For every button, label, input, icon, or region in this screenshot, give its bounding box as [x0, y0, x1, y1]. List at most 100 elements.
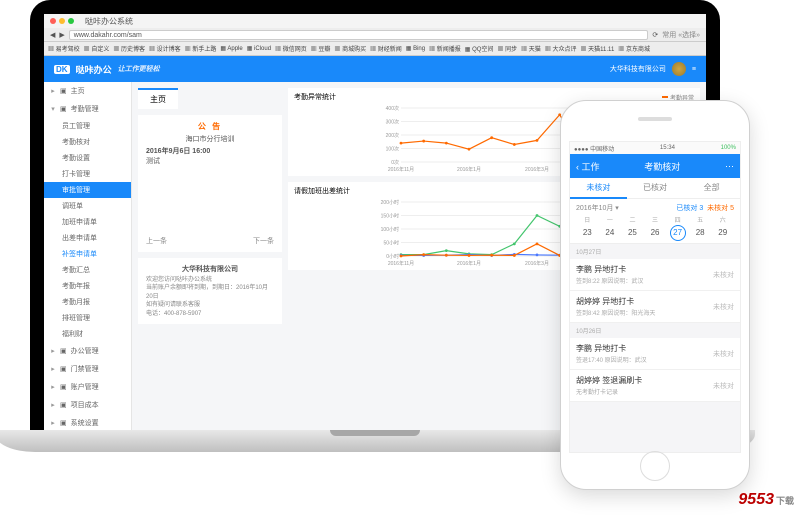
sidebar-group[interactable]: ▸▣账户管理 — [44, 378, 131, 396]
phone-calendar: 2016年10月 ▾ 已核对 3 未核对 5 日一二三四五六 232425262… — [570, 199, 740, 244]
bookmark-item[interactable]: ▦ QQ空间 — [465, 44, 494, 53]
svg-text:50小时: 50小时 — [383, 240, 399, 247]
announce-next[interactable]: 下一条 — [253, 236, 274, 246]
bookmark-item[interactable]: ▦ 自定义 — [84, 44, 110, 53]
close-icon[interactable] — [50, 18, 56, 24]
announcement-test: 测试 — [146, 156, 274, 166]
list-item[interactable]: 胡婷婷 异地打卡签到8:42 原因说明：阳光海天未核对 — [570, 291, 740, 323]
bookmark-item[interactable]: ▦ 天猫11.11 — [580, 44, 614, 53]
company-name: 大华科技有限公司 — [146, 264, 274, 274]
sidebar-group[interactable]: ▸▣项目成本 — [44, 396, 131, 414]
bookmark-item[interactable]: ▦ 京东商城 — [618, 44, 650, 53]
reload-icon[interactable]: ⟳ — [652, 31, 658, 39]
calendar-day[interactable]: 24 — [599, 226, 622, 239]
bookmark-item[interactable]: ▦ iCloud — [247, 45, 271, 52]
avatar[interactable] — [672, 62, 686, 76]
svg-text:100小时: 100小时 — [381, 226, 399, 233]
browser-toolbar: ◀ ▶ www.dakahr.com/sam ⟳ 常用 «选择» — [44, 28, 706, 42]
bookmark-item[interactable]: ▦ 新闻播报 — [429, 44, 461, 53]
forward-icon[interactable]: ▶ — [59, 31, 64, 39]
sidebar-item[interactable]: 考勤月报 — [44, 294, 131, 310]
phone-tab[interactable]: 未核对 — [570, 178, 627, 199]
sidebar-group[interactable]: ▸▣门禁管理 — [44, 360, 131, 378]
sidebar-item[interactable]: 考勤核对 — [44, 134, 131, 150]
svg-text:100次: 100次 — [386, 146, 399, 153]
sidebar-item[interactable]: 审批管理 — [44, 182, 131, 198]
bookmark-item[interactable]: ▦ Bing — [406, 45, 425, 52]
announcement-title: 公 告 — [146, 121, 274, 132]
calendar-day[interactable]: 28 — [689, 226, 712, 239]
watermark: 9553下载 — [738, 491, 794, 509]
sidebar-item[interactable]: 出差申请单 — [44, 230, 131, 246]
chart2-title: 请假加班出差统计 — [294, 186, 350, 196]
bookmark-item[interactable]: ▦ 大众点评 — [545, 44, 577, 53]
sidebar-item[interactable]: 考勤设置 — [44, 150, 131, 166]
sidebar-group[interactable]: ▸▣主页 — [44, 82, 131, 100]
announce-prev[interactable]: 上一条 — [146, 236, 167, 246]
bookmark-item[interactable]: ▦ 历史博客 — [113, 44, 145, 53]
bookmark-item[interactable]: ▦ 微信网页 — [275, 44, 307, 53]
sidebar-item[interactable]: 排班管理 — [44, 310, 131, 326]
bookmark-item[interactable]: ▦ 商城购买 — [334, 44, 366, 53]
bookmarks-bar: ▦ 易考驾校 ▦ 自定义▦ 历史博客 ▦ 设计博客 ▦ 新手上路▦ Apple ▦ iC… — [44, 42, 706, 56]
bookmark-item[interactable]: ▦ 设计博客 — [149, 44, 181, 53]
minimize-icon[interactable] — [59, 18, 65, 24]
url-input[interactable]: www.dakahr.com/sam — [69, 30, 649, 40]
list-item[interactable]: 李鹏 异地打卡签退17:40 原因说明：武汉未核对 — [570, 338, 740, 370]
sidebar-item[interactable]: 补签申请单 — [44, 246, 131, 262]
tab-home[interactable]: 主页 — [138, 88, 178, 109]
sidebar-group[interactable]: ▾▣考勤管理 — [44, 100, 131, 118]
back-icon[interactable]: ◀ — [50, 31, 55, 39]
phone-list: 10月27日李鹏 异地打卡签到8:22 原因说明：武汉未核对胡婷婷 异地打卡签到… — [570, 244, 740, 452]
bookmark-item[interactable]: ▦ 财经新闻 — [370, 44, 402, 53]
bookmark-item[interactable]: ▦ 天猫 — [521, 44, 541, 53]
calendar-day[interactable]: 25 — [621, 226, 644, 239]
sidebar-item[interactable]: 打卡管理 — [44, 166, 131, 182]
svg-text:150小时: 150小时 — [381, 213, 399, 220]
bookmark-item[interactable]: ▦ 易考驾校 — [48, 44, 80, 53]
sidebar-item[interactable]: 调班单 — [44, 198, 131, 214]
app-header: DK 哒咔办公 让工作更轻松 大华科技有限公司 ≡ — [44, 56, 706, 82]
svg-text:2016年3月: 2016年3月 — [525, 166, 549, 172]
list-group-label: 10月26日 — [570, 323, 740, 338]
main-tabs: 主页 — [138, 88, 282, 109]
brand-text: 哒咔办公 — [76, 63, 112, 76]
bookmark-item[interactable]: ▦ 豆瓣 — [311, 44, 331, 53]
sidebar: ▸▣主页▾▣考勤管理员工管理考勤核对考勤设置打卡管理审批管理调班单加班申请单出差… — [44, 82, 132, 430]
brand-slogan: 让工作更轻松 — [118, 64, 160, 74]
browser-tab-title[interactable]: 哒咔办公系统 — [85, 16, 133, 27]
phone-tab[interactable]: 已核对 — [627, 178, 684, 199]
calendar-day[interactable]: 26 — [644, 226, 667, 239]
sidebar-item[interactable]: 加班申请单 — [44, 214, 131, 230]
list-group-label: 10月27日 — [570, 244, 740, 259]
svg-text:200次: 200次 — [386, 132, 399, 139]
svg-text:2016年1月: 2016年1月 — [457, 166, 481, 172]
bookmark-item[interactable]: ▦ Apple — [220, 45, 242, 52]
svg-text:2016年11月: 2016年11月 — [388, 166, 414, 172]
svg-text:0次: 0次 — [391, 159, 399, 166]
menu-icon[interactable]: ≡ — [692, 66, 696, 73]
sidebar-item[interactable]: 考勤汇总 — [44, 262, 131, 278]
sidebar-item[interactable]: 考勤年报 — [44, 278, 131, 294]
calendar-day[interactable]: 27 — [666, 226, 689, 239]
calendar-day[interactable]: 29 — [711, 226, 734, 239]
svg-text:2016年3月: 2016年3月 — [525, 260, 549, 266]
phone-tab[interactable]: 全部 — [683, 178, 740, 199]
sidebar-group[interactable]: ▸▣办公管理 — [44, 342, 131, 360]
sidebar-group[interactable]: ▸▣系统设置 — [44, 414, 131, 430]
maximize-icon[interactable] — [68, 18, 74, 24]
bookmark-item[interactable]: ▦ 同步 — [497, 44, 517, 53]
svg-text:0小时: 0小时 — [386, 253, 399, 260]
announcement-time: 2016年9月6日 16:00 — [146, 146, 274, 156]
calendar-day[interactable]: 23 — [576, 226, 599, 239]
list-item[interactable]: 胡婷婷 签退漏刷卡无考勤打卡记录未核对 — [570, 370, 740, 402]
sidebar-item[interactable]: 福利财 — [44, 326, 131, 342]
bookmark-item[interactable]: ▦ 新手上路 — [185, 44, 217, 53]
phone-more-icon[interactable]: ⋯ — [725, 161, 734, 172]
list-item[interactable]: 李鹏 异地打卡签到8:22 原因说明：武汉未核对 — [570, 259, 740, 291]
mac-window-controls: 哒咔办公系统 — [44, 14, 706, 28]
phone-title: 考勤核对 — [644, 160, 680, 173]
phone-back[interactable]: ‹ 工作 — [576, 160, 600, 173]
sidebar-item[interactable]: 员工管理 — [44, 118, 131, 134]
phone-tabs: 未核对已核对全部 — [570, 178, 740, 199]
